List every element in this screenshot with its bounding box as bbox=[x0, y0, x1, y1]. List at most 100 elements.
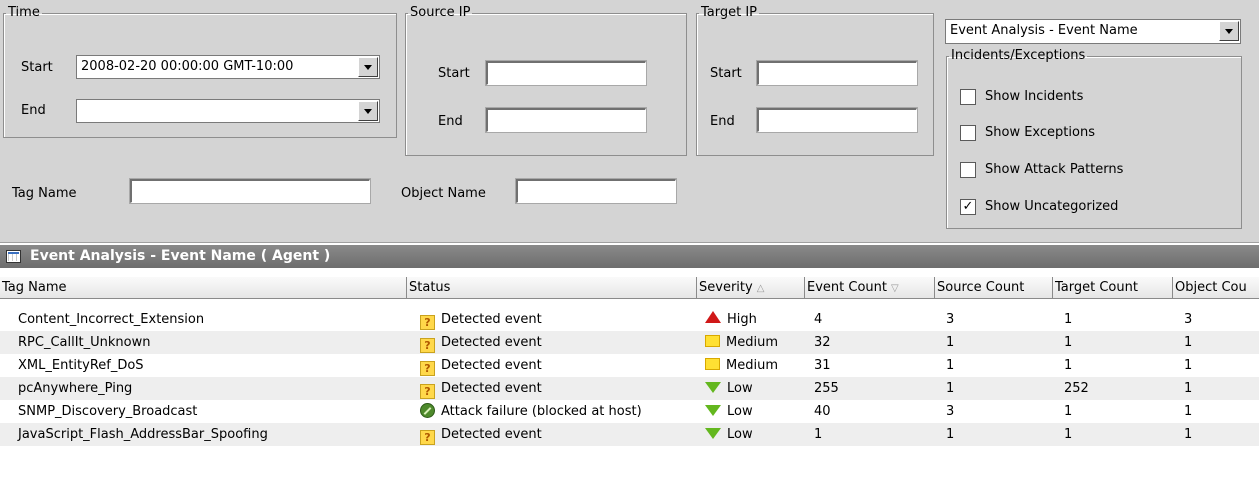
event-count-cell: 40 bbox=[814, 404, 831, 419]
object-name-label: Object Name bbox=[401, 186, 486, 201]
show-uncategorized-label: Show Uncategorized bbox=[985, 199, 1119, 214]
table-row[interactable]: pcAnywhere_Ping ? Detected event Low 255 … bbox=[0, 377, 1259, 400]
tag-name-cell: Content_Incorrect_Extension bbox=[18, 312, 205, 327]
time-start-label: Start bbox=[21, 60, 53, 75]
chevron-down-icon[interactable] bbox=[1219, 21, 1239, 41]
object-count-cell: 1 bbox=[1184, 427, 1193, 442]
chevron-down-icon[interactable] bbox=[358, 57, 378, 77]
event-count-cell: 32 bbox=[814, 335, 831, 350]
source-count-cell: 3 bbox=[946, 404, 955, 419]
time-start-select[interactable]: 2008-02-20 00:00:00 GMT-10:00 bbox=[76, 55, 380, 79]
event-count-cell: 255 bbox=[814, 381, 839, 396]
object-count-cell: 1 bbox=[1184, 404, 1193, 419]
show-exceptions-checkbox[interactable] bbox=[960, 125, 976, 141]
tag-name-cell: RPC_CallIt_Unknown bbox=[18, 335, 151, 350]
time-start-value: 2008-02-20 00:00:00 GMT-10:00 bbox=[81, 59, 294, 74]
column-header-tag-name[interactable]: Tag Name bbox=[0, 277, 407, 299]
column-header-status[interactable]: Status bbox=[407, 277, 697, 299]
medium-severity-icon bbox=[705, 335, 720, 347]
target-count-cell: 1 bbox=[1064, 404, 1073, 419]
show-attack-patterns-label: Show Attack Patterns bbox=[985, 162, 1124, 177]
question-icon: ? bbox=[420, 361, 435, 376]
tag-name-cell: XML_EntityRef_DoS bbox=[18, 358, 144, 373]
tag-name-cell: JavaScript_Flash_AddressBar_Spoofing bbox=[18, 427, 268, 442]
severity-cell: Medium bbox=[703, 354, 805, 377]
status-text: Attack failure (blocked at host) bbox=[441, 404, 642, 419]
status-cell: ? Detected event bbox=[418, 423, 698, 446]
show-uncategorized-checkbox[interactable]: ✓ bbox=[960, 199, 976, 215]
column-label: Status bbox=[409, 280, 451, 295]
column-label: Target Count bbox=[1055, 280, 1138, 295]
severity-text: Medium bbox=[726, 358, 778, 373]
source-count-cell: 1 bbox=[946, 381, 955, 396]
target-ip-start-input[interactable] bbox=[756, 60, 918, 86]
column-header-severity[interactable]: Severity △ bbox=[697, 277, 805, 299]
object-count-cell: 3 bbox=[1184, 312, 1193, 327]
target-ip-legend: Target IP bbox=[701, 5, 758, 20]
column-header-event-count[interactable]: Event Count ▽ bbox=[805, 277, 935, 299]
show-exceptions-label: Show Exceptions bbox=[985, 125, 1095, 140]
source-ip-start-input[interactable] bbox=[485, 60, 647, 86]
event-count-cell: 1 bbox=[814, 427, 823, 442]
severity-cell: Low bbox=[703, 423, 805, 446]
status-cell: ? Detected event bbox=[418, 308, 698, 331]
source-ip-end-input[interactable] bbox=[485, 107, 647, 133]
column-header-target-count[interactable]: Target Count bbox=[1053, 277, 1173, 299]
status-cell: ? Detected event bbox=[418, 354, 698, 377]
severity-cell: Low bbox=[703, 377, 805, 400]
target-ip-end-label: End bbox=[710, 114, 735, 129]
status-text: Detected event bbox=[441, 427, 542, 442]
table-row[interactable]: SNMP_Discovery_Broadcast Attack failure … bbox=[0, 400, 1259, 423]
status-text: Detected event bbox=[441, 358, 542, 373]
target-count-cell: 1 bbox=[1064, 335, 1073, 350]
severity-text: Low bbox=[727, 381, 753, 396]
show-attack-patterns-checkbox[interactable] bbox=[960, 162, 976, 178]
sort-descending-icon: ▽ bbox=[890, 283, 899, 294]
object-count-cell: 1 bbox=[1184, 358, 1193, 373]
low-severity-icon bbox=[705, 405, 721, 416]
time-legend: Time bbox=[8, 5, 40, 20]
time-end-select[interactable] bbox=[76, 99, 380, 123]
column-header-source-count[interactable]: Source Count bbox=[935, 277, 1053, 299]
status-text: Detected event bbox=[441, 381, 542, 396]
target-ip-end-input[interactable] bbox=[756, 107, 918, 133]
status-text: Detected event bbox=[441, 312, 542, 327]
tag-name-cell: pcAnywhere_Ping bbox=[18, 381, 133, 396]
source-count-cell: 1 bbox=[946, 427, 955, 442]
table-row[interactable]: JavaScript_Flash_AddressBar_Spoofing ? De… bbox=[0, 423, 1259, 446]
object-count-cell: 1 bbox=[1184, 381, 1193, 396]
low-severity-icon bbox=[705, 382, 721, 393]
show-incidents-label: Show Incidents bbox=[985, 89, 1084, 104]
question-icon: ? bbox=[420, 338, 435, 353]
severity-cell: Medium bbox=[703, 331, 805, 354]
column-label: Tag Name bbox=[2, 280, 67, 295]
column-label: Object Cou bbox=[1175, 280, 1247, 295]
view-select[interactable]: Event Analysis - Event Name bbox=[945, 19, 1241, 44]
sort-ascending-icon: △ bbox=[756, 283, 765, 294]
chevron-down-icon[interactable] bbox=[358, 101, 378, 121]
incidents-legend: Incidents/Exceptions bbox=[951, 48, 1086, 63]
source-count-cell: 1 bbox=[946, 335, 955, 350]
column-header-object-count[interactable]: Object Cou bbox=[1173, 277, 1259, 299]
target-count-cell: 1 bbox=[1064, 427, 1073, 442]
severity-cell: High bbox=[703, 308, 805, 331]
status-cell: ? Detected event bbox=[418, 377, 698, 400]
target-count-cell: 252 bbox=[1064, 381, 1089, 396]
results-title: Event Analysis - Event Name ( Agent ) bbox=[30, 248, 331, 264]
severity-text: Low bbox=[727, 427, 753, 442]
show-incidents-checkbox[interactable] bbox=[960, 89, 976, 105]
table-row[interactable]: Content_Incorrect_Extension ? Detected ev… bbox=[0, 308, 1259, 331]
event-count-cell: 4 bbox=[814, 312, 823, 327]
severity-cell: Low bbox=[703, 400, 805, 423]
status-text: Detected event bbox=[441, 335, 542, 350]
severity-text: Medium bbox=[726, 335, 778, 350]
object-name-input[interactable] bbox=[515, 178, 677, 204]
question-icon: ? bbox=[420, 384, 435, 399]
low-severity-icon bbox=[705, 428, 721, 439]
question-icon: ? bbox=[420, 315, 435, 330]
table-row[interactable]: XML_EntityRef_DoS ? Detected event Medium… bbox=[0, 354, 1259, 377]
status-cell: Attack failure (blocked at host) bbox=[418, 400, 698, 423]
table-row[interactable]: RPC_CallIt_Unknown ? Detected event Mediu… bbox=[0, 331, 1259, 354]
tag-name-input[interactable] bbox=[129, 178, 371, 204]
tag-name-cell: SNMP_Discovery_Broadcast bbox=[18, 404, 198, 419]
